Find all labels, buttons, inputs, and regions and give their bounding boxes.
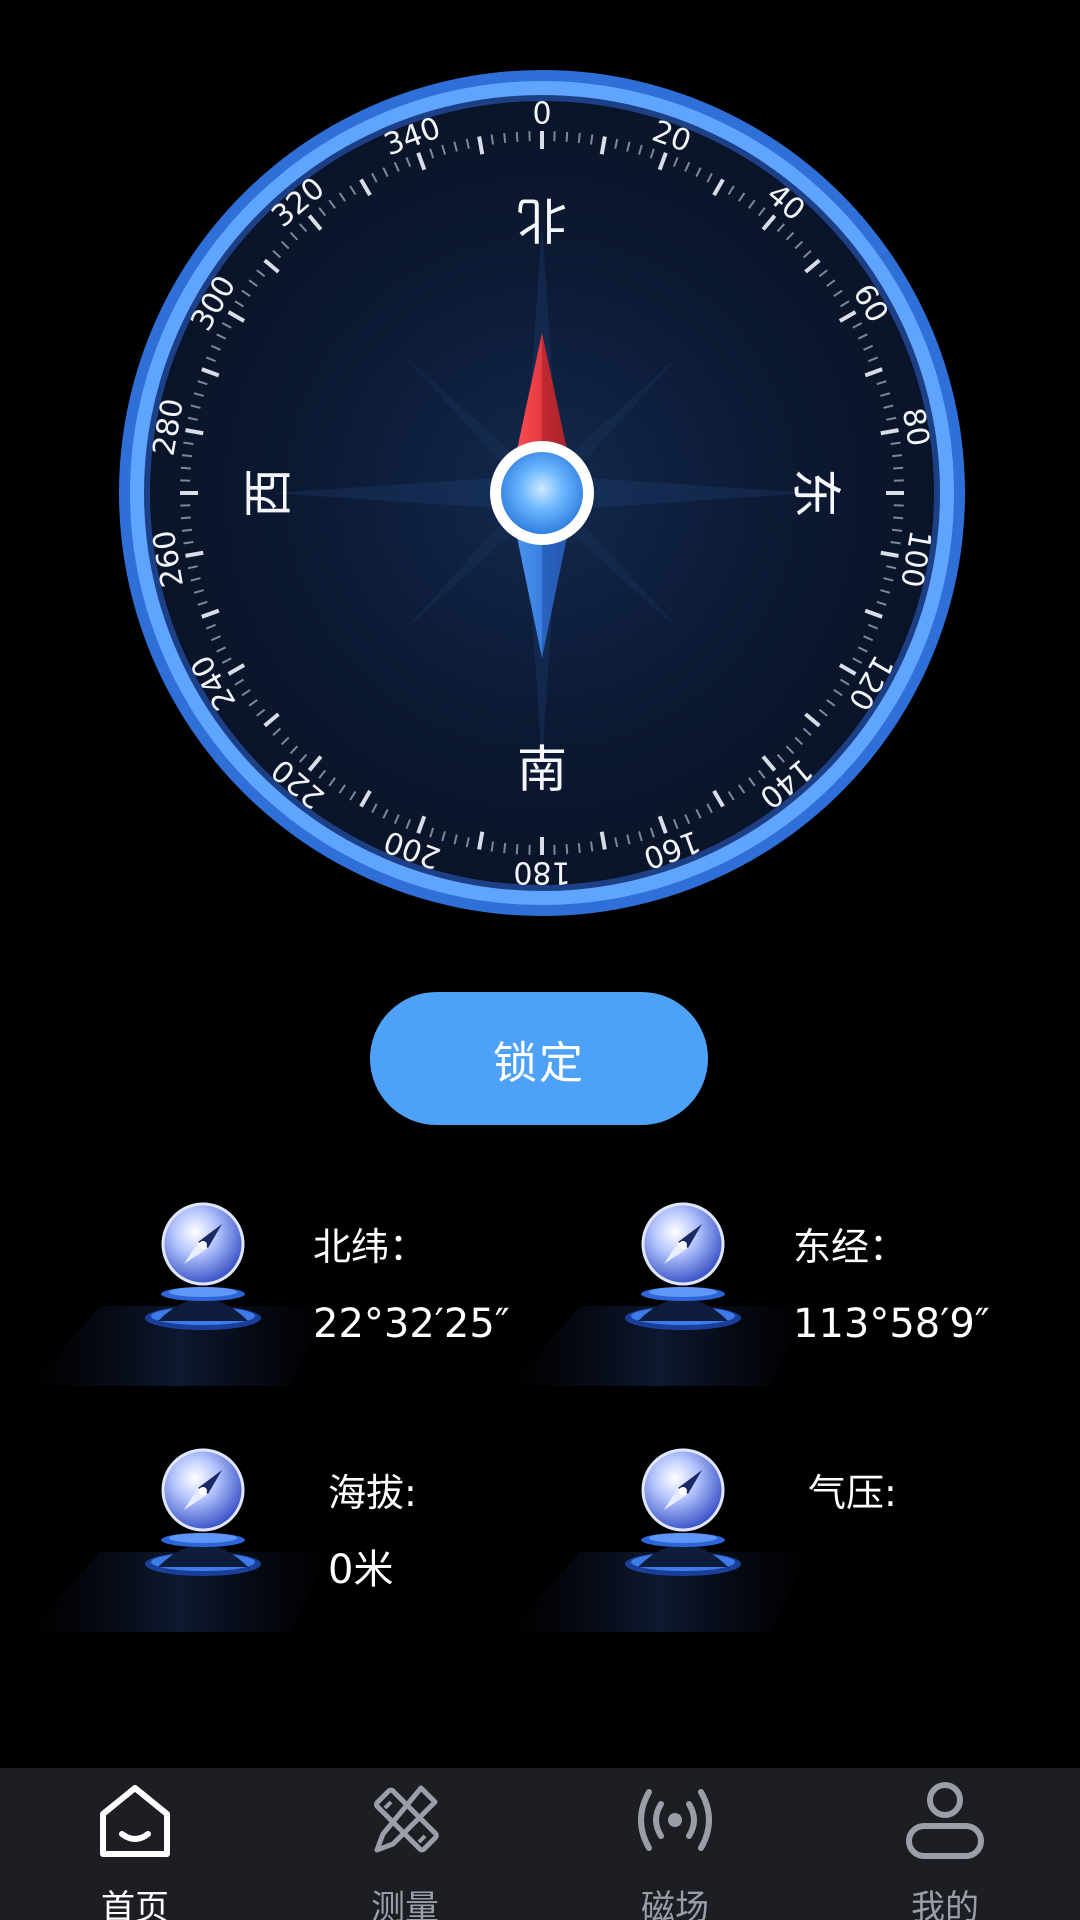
minor-tick (181, 528, 193, 532)
minor-tick (893, 516, 904, 520)
nav-item-home[interactable]: 首页 (0, 1768, 270, 1920)
minor-tick (181, 454, 193, 458)
latitude-value: 22°32′25″ (313, 1301, 510, 1347)
direction-west: 西 (240, 468, 298, 518)
minor-tick (577, 132, 581, 144)
bottom-navigation: 首页 测量 磁场 我的 (0, 1768, 1080, 1920)
direction-north: 北 (517, 191, 567, 249)
longitude-card: 东经： 113°58′9″ (510, 1186, 990, 1386)
minor-tick (180, 466, 191, 470)
compass-graphic: 0 204060801001201401601802002202402602803… (119, 70, 965, 916)
nav-label-home: 首页 (101, 1888, 169, 1920)
minor-tick (183, 540, 194, 545)
minor-tick (503, 842, 507, 854)
altitude-card: 海拔: 0米 (30, 1432, 510, 1632)
compass-hub (501, 452, 583, 534)
minor-tick (565, 131, 569, 142)
direction-south: 南 (517, 741, 567, 799)
compass-pedestal-icon (510, 1432, 810, 1632)
ruler-pencil-icon (374, 1785, 439, 1853)
nav-label-measure: 测量 (371, 1888, 439, 1920)
compass-pedestal-icon (510, 1186, 810, 1386)
minor-tick (891, 454, 903, 458)
altitude-label: 海拔: (328, 1471, 417, 1515)
compass-screen: 0 20 40 60 80 100 120 140 160 180 200 220 240 260 280 3… (0, 0, 1080, 1920)
minor-tick (515, 131, 519, 142)
minor-tick (515, 844, 519, 855)
minor-tick (890, 441, 901, 446)
minor-tick (490, 134, 495, 145)
direction-east: 东 (787, 468, 845, 518)
lock-button[interactable]: 锁定 (370, 992, 708, 1125)
minor-tick (490, 841, 495, 852)
bearing-label: 0 (532, 97, 551, 132)
pressure-label: 气压: (808, 1471, 897, 1515)
minor-tick (577, 842, 581, 854)
minor-tick (891, 528, 903, 532)
latitude-card: 北纬： 22°32′25″ (30, 1186, 510, 1386)
nav-label-profile: 我的 (911, 1888, 979, 1920)
longitude-value: 113°58′9″ (793, 1301, 990, 1347)
bearing-label: 80 (895, 405, 936, 449)
home-icon (100, 1785, 170, 1857)
nav-item-measure[interactable]: 测量 (270, 1768, 540, 1920)
minor-tick (893, 466, 904, 470)
nav-label-magnetic: 磁场 (641, 1888, 709, 1920)
minor-tick (183, 441, 194, 446)
latitude-label: 北纬： (313, 1225, 428, 1269)
user-icon (906, 1782, 984, 1859)
minor-tick (565, 844, 569, 855)
longitude-label: 东经： (793, 1225, 908, 1269)
minor-tick (180, 516, 191, 520)
nav-item-magnetic[interactable]: 磁场 (540, 1768, 810, 1920)
bearing-label: 180 (513, 855, 570, 890)
pressure-card: 气压: (510, 1432, 990, 1632)
minor-tick (890, 540, 901, 545)
compass-pedestal-icon (30, 1186, 330, 1386)
compass-pedestal-icon (30, 1432, 330, 1632)
minor-tick (503, 132, 507, 144)
compass-dial: 0 20 40 60 80 100 120 140 160 180 200 220 240 260 280 3… (119, 60, 965, 926)
minor-tick (589, 841, 594, 852)
nav-item-profile[interactable]: 我的 (810, 1768, 1080, 1920)
altitude-value: 0米 (328, 1547, 394, 1593)
magnetic-signal-icon (638, 1789, 712, 1851)
minor-tick (589, 134, 594, 145)
